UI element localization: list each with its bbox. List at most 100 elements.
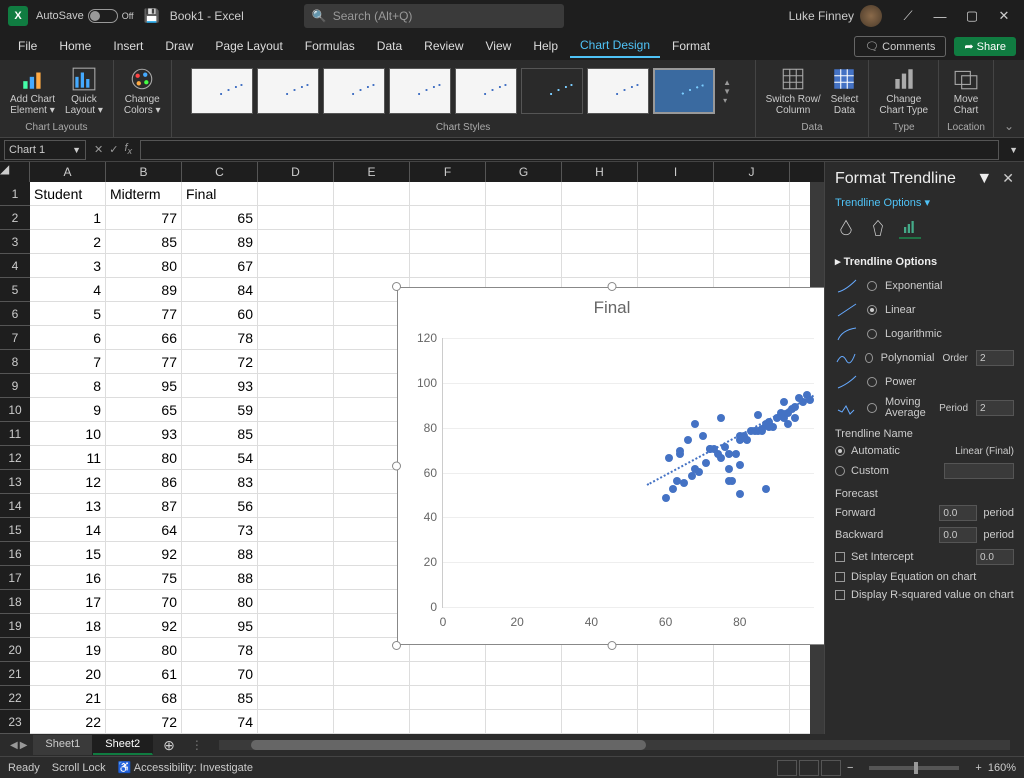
chart-title[interactable]: Final [398,288,824,324]
cell[interactable] [714,230,790,253]
cell[interactable]: 54 [182,446,258,469]
chart-style-thumb[interactable] [323,68,385,114]
cell[interactable]: 88 [182,542,258,565]
tab-nav-prev-icon[interactable]: ◀ [10,740,18,751]
cell[interactable] [258,302,334,325]
chart-style-thumb[interactable] [191,68,253,114]
cell[interactable] [258,350,334,373]
column-header[interactable]: I [638,162,714,182]
enter-formula-icon[interactable]: ✓ [109,143,118,156]
trendline-polynomial-option[interactable]: Polynomial Order [835,346,1014,370]
data-point[interactable] [669,485,677,493]
cell[interactable]: 92 [106,614,182,637]
select-all-corner[interactable]: ◢ [0,162,30,182]
data-point[interactable] [688,472,696,480]
chart-style-gallery[interactable]: ▲▼▾ [187,64,739,118]
cell[interactable]: 61 [106,662,182,685]
cell[interactable]: 17 [30,590,106,613]
cell[interactable]: 6 [30,326,106,349]
cell[interactable] [258,614,334,637]
quick-layout-button[interactable]: Quick Layout ▾ [63,64,105,118]
cell[interactable] [562,662,638,685]
autosave-toggle[interactable] [88,9,118,23]
menu-help[interactable]: Help [523,35,568,57]
cell[interactable] [714,662,790,685]
trendline-name-custom[interactable]: Custom [835,460,1014,482]
fill-line-tab-icon[interactable] [835,217,857,239]
menu-formulas[interactable]: Formulas [295,35,365,57]
cell[interactable]: 89 [182,230,258,253]
cell[interactable]: 68 [106,686,182,709]
cell[interactable]: 66 [106,326,182,349]
cell[interactable] [410,230,486,253]
menu-view[interactable]: View [476,35,522,57]
column-header[interactable]: E [334,162,410,182]
cell[interactable]: 92 [106,542,182,565]
cell[interactable]: Midterm [106,182,182,205]
menu-chart-design[interactable]: Chart Design [570,34,660,58]
data-point[interactable] [780,398,788,406]
data-point[interactable] [736,490,744,498]
cell[interactable]: 65 [182,206,258,229]
row-header[interactable]: 22 [0,686,30,710]
data-point[interactable] [765,423,773,431]
cell[interactable] [486,686,562,709]
cell[interactable] [562,206,638,229]
cell[interactable] [714,686,790,709]
cell[interactable] [258,494,334,517]
cell[interactable] [410,206,486,229]
cell[interactable] [714,254,790,277]
cell[interactable] [714,710,790,733]
column-header[interactable]: J [714,162,790,182]
menu-data[interactable]: Data [367,35,412,57]
data-point[interactable] [758,427,766,435]
cell[interactable]: 77 [106,350,182,373]
switch-row-column-button[interactable]: Switch Row/ Column [764,64,823,118]
cell[interactable] [410,254,486,277]
polynomial-order-input[interactable] [976,350,1014,366]
cell[interactable]: 95 [182,614,258,637]
menu-insert[interactable]: Insert [103,35,153,57]
column-header[interactable]: G [486,162,562,182]
custom-name-input[interactable] [944,463,1014,479]
cell[interactable] [258,182,334,205]
cell[interactable] [258,422,334,445]
save-icon[interactable]: 💾 [144,8,160,24]
cell[interactable]: 80 [182,590,258,613]
trendline-linear-option[interactable]: Linear [835,298,1014,322]
cell[interactable]: 87 [106,494,182,517]
display-r-squared-option[interactable]: Display R-squared value on chart [835,586,1014,604]
cell[interactable]: 95 [106,374,182,397]
cell[interactable]: 60 [182,302,258,325]
row-header[interactable]: 4 [0,254,30,278]
row-header[interactable]: 9 [0,374,30,398]
data-point[interactable] [676,450,684,458]
cell[interactable]: 10 [30,422,106,445]
column-header[interactable]: C [182,162,258,182]
cell[interactable]: 21 [30,686,106,709]
row-header[interactable]: 8 [0,350,30,374]
cell[interactable]: 7 [30,350,106,373]
chart-style-thumb[interactable] [653,68,715,114]
data-point[interactable] [680,479,688,487]
excel-app-icon[interactable]: X [8,6,28,26]
row-header[interactable]: 16 [0,542,30,566]
cell[interactable]: 16 [30,566,106,589]
cell[interactable]: 11 [30,446,106,469]
row-header[interactable]: 3 [0,230,30,254]
cell[interactable] [410,662,486,685]
cell[interactable] [334,230,410,253]
cell[interactable]: 72 [182,350,258,373]
effects-tab-icon[interactable] [867,217,889,239]
cell[interactable]: 93 [182,374,258,397]
cell[interactable] [258,230,334,253]
cell[interactable]: 72 [106,710,182,733]
cell[interactable]: 56 [182,494,258,517]
cell[interactable]: 78 [182,326,258,349]
cell[interactable] [258,638,334,661]
cancel-formula-icon[interactable]: ✕ [94,143,103,156]
cell[interactable]: 80 [106,254,182,277]
cell[interactable] [410,182,486,205]
trendline-power-option[interactable]: Power [835,370,1014,394]
cell[interactable]: 20 [30,662,106,685]
